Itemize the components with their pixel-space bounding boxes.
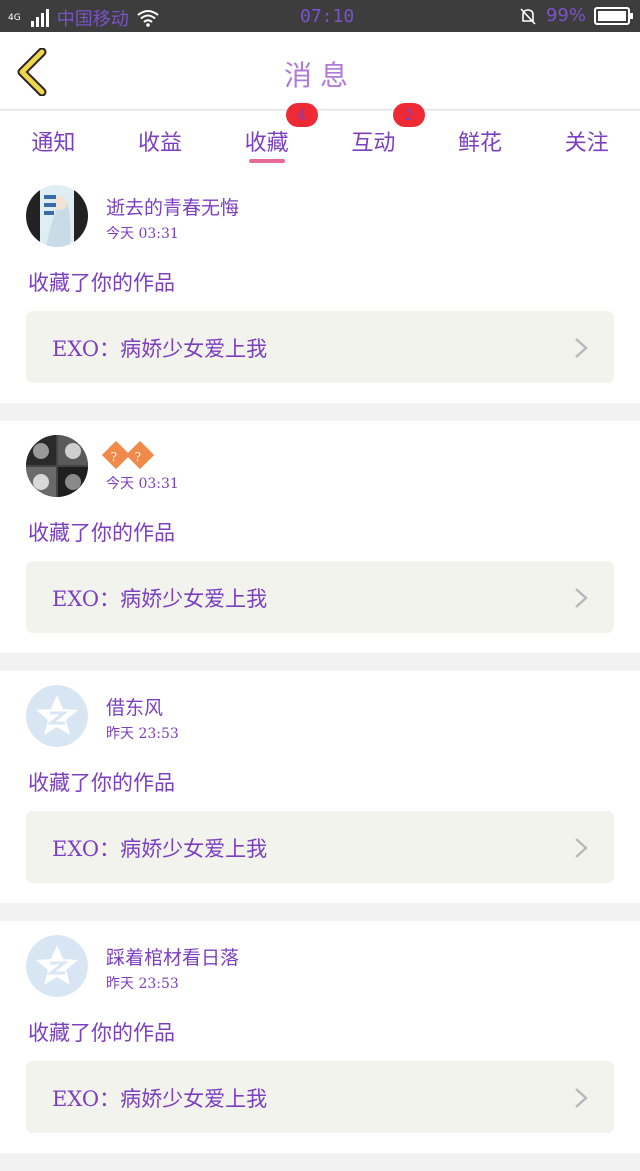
- battery-fill: [598, 10, 626, 21]
- user-name[interactable]: 借东风: [106, 693, 163, 720]
- chevron-right-icon: [575, 588, 588, 608]
- action-text: 收藏了你的作品: [28, 1021, 175, 1045]
- tab-label: 收益: [138, 131, 183, 156]
- user-name[interactable]: 逝去的青春无悔: [106, 193, 239, 220]
- message-list: 逝去的青春无悔 今天 03:31 收藏了你的作品 EXO：病娇少女爱上我 ? ?…: [0, 171, 640, 1171]
- chevron-right-icon: [575, 838, 588, 858]
- user-photo-icon: [26, 185, 88, 247]
- message-card[interactable]: ?? ?? 今天 03:31 收藏了你的作品 EXO：病娇少女爱上我: [0, 421, 640, 653]
- work-link[interactable]: EXO：病娇少女爱上我: [26, 1061, 614, 1133]
- network-type: 4G: [8, 12, 21, 23]
- bell-muted-icon: [520, 7, 536, 25]
- default-avatar-icon: [26, 935, 88, 997]
- timestamp: 今天 03:31: [106, 226, 179, 242]
- tab-label: 互动: [351, 131, 396, 156]
- wifi-icon: [137, 10, 159, 27]
- timestamp: 昨天 23:53: [106, 726, 179, 742]
- signal-icon: [30, 9, 49, 27]
- action-text: 收藏了你的作品: [28, 271, 175, 295]
- tab-earnings[interactable]: 收益: [107, 111, 214, 171]
- battery-icon: [594, 6, 633, 25]
- action-text: 收藏了你的作品: [28, 771, 175, 795]
- message-card[interactable]: 逝去的青春无悔 今天 03:31 收藏了你的作品 EXO：病娇少女爱上我: [0, 171, 640, 403]
- status-time: 07:10: [300, 6, 355, 27]
- favorites-count-badge: 4: [286, 103, 319, 127]
- tab-label: 关注: [564, 131, 609, 156]
- action-text: 收藏了你的作品: [28, 521, 175, 545]
- tab-favorites[interactable]: 收藏 4: [213, 103, 320, 171]
- tab-bar: 通知 收益 收藏 4 互动 2 鲜花 关注: [0, 103, 640, 171]
- battery-percent: 99%: [545, 5, 586, 26]
- user-photo-icon: [26, 435, 88, 497]
- active-tab-indicator: [248, 159, 285, 163]
- timestamp: 今天 03:31: [106, 476, 179, 492]
- tab-flowers[interactable]: 鲜花: [427, 111, 534, 171]
- chevron-right-icon: [575, 1088, 588, 1108]
- tab-interactions[interactable]: 互动 2: [320, 103, 427, 171]
- message-card[interactable]: 借东风 昨天 23:53 收藏了你的作品 EXO：病娇少女爱上我: [0, 671, 640, 903]
- work-title: EXO：病娇少女爱上我: [52, 837, 268, 861]
- status-bar: 4G 中国移动 07:10 99%: [0, 0, 640, 32]
- work-link[interactable]: EXO：病娇少女爱上我: [26, 311, 614, 383]
- user-name[interactable]: ?? ??: [101, 440, 155, 470]
- unknown-char-icon: ?: [125, 440, 155, 470]
- tab-label: 通知: [31, 131, 76, 156]
- work-title: EXO：病娇少女爱上我: [52, 587, 268, 611]
- avatar[interactable]: [26, 185, 88, 247]
- interactions-count-badge: 2: [392, 103, 425, 127]
- avatar[interactable]: [26, 685, 88, 747]
- status-right: 99%: [518, 5, 633, 26]
- message-card[interactable]: 踩着棺材看日落 昨天 23:53 收藏了你的作品 EXO：病娇少女爱上我: [0, 921, 640, 1153]
- page-title: 消息: [283, 59, 356, 92]
- header: 消息: [0, 32, 640, 110]
- tab-following[interactable]: 关注: [533, 111, 640, 171]
- avatar[interactable]: [26, 435, 88, 497]
- work-title: EXO：病娇少女爱上我: [52, 337, 268, 361]
- tab-label: 鲜花: [458, 131, 503, 156]
- default-avatar-icon: [26, 685, 88, 747]
- work-link[interactable]: EXO：病娇少女爱上我: [26, 811, 614, 883]
- status-left: 4G 中国移动: [8, 5, 159, 31]
- carrier-name: 中国移动: [56, 9, 129, 30]
- chevron-right-icon: [575, 338, 588, 358]
- work-title: EXO：病娇少女爱上我: [52, 1087, 268, 1111]
- user-name[interactable]: 踩着棺材看日落: [106, 943, 239, 970]
- work-link[interactable]: EXO：病娇少女爱上我: [26, 561, 614, 633]
- tab-label: 收藏: [244, 131, 289, 156]
- avatar[interactable]: [26, 935, 88, 997]
- tab-notifications[interactable]: 通知: [0, 111, 107, 171]
- timestamp: 昨天 23:53: [106, 976, 179, 992]
